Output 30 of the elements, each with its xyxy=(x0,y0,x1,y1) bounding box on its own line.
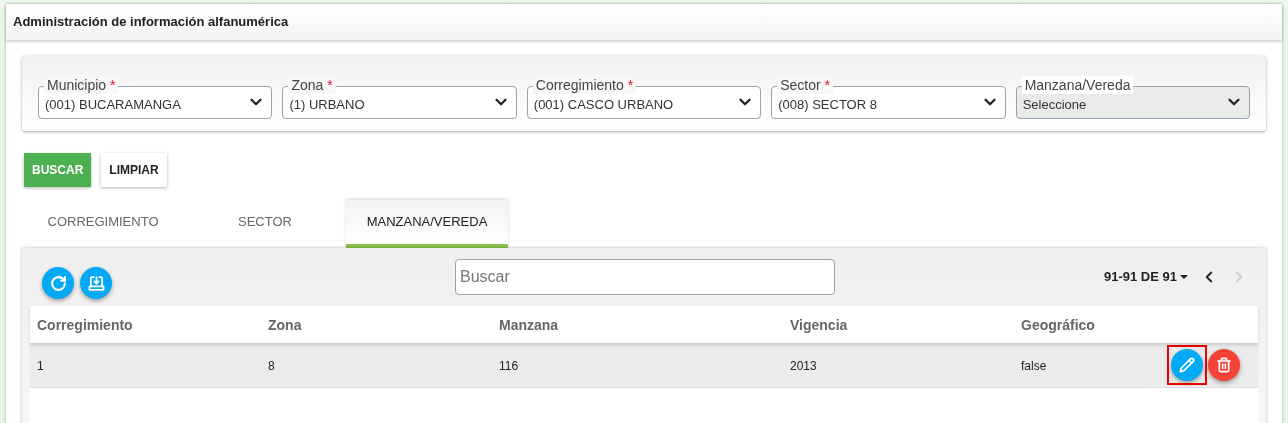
download-button[interactable] xyxy=(80,267,112,299)
archive-icon xyxy=(87,274,105,292)
select-value: Seleccione xyxy=(1022,96,1088,115)
column-header: Vigencia xyxy=(790,316,848,333)
table-cell: false xyxy=(1021,359,1047,373)
select-value: (001) CASCO URBANO xyxy=(533,96,675,115)
tab[interactable]: MANZANA/VEREDA xyxy=(346,200,508,248)
column-header: Geográfico xyxy=(1021,316,1095,333)
clear-button[interactable]: LIMPIAR xyxy=(101,153,167,187)
page-title: Administración de información alfanumérica xyxy=(13,13,289,32)
refresh-button[interactable] xyxy=(42,267,74,299)
column-header: Corregimiento xyxy=(37,316,133,333)
page-range-dropdown[interactable]: 91-91 DE 91 xyxy=(1104,267,1188,287)
column-header: Manzana xyxy=(499,316,559,333)
table-cell: 2013 xyxy=(790,359,817,373)
field-label: Manzana/Vereda xyxy=(1021,75,1134,94)
table-cell: 1 xyxy=(37,359,44,373)
table-cell: 8 xyxy=(268,359,275,373)
search-field[interactable]: Buscar xyxy=(455,259,835,295)
delete-button[interactable] xyxy=(1208,349,1240,381)
refresh-icon xyxy=(49,274,67,292)
trash-icon xyxy=(1216,357,1232,373)
column-header: Zona xyxy=(268,316,302,333)
tab[interactable]: SECTOR xyxy=(184,200,346,248)
select-value: (008) SECTOR 8 xyxy=(778,96,878,115)
select-value: (1) URBANO xyxy=(289,96,366,115)
pencil-icon xyxy=(1179,357,1195,373)
table-cell: 116 xyxy=(499,359,519,373)
tab[interactable]: CORREGIMIENTO xyxy=(22,200,184,248)
select-value: (001) BUCARAMANGA xyxy=(45,96,182,115)
